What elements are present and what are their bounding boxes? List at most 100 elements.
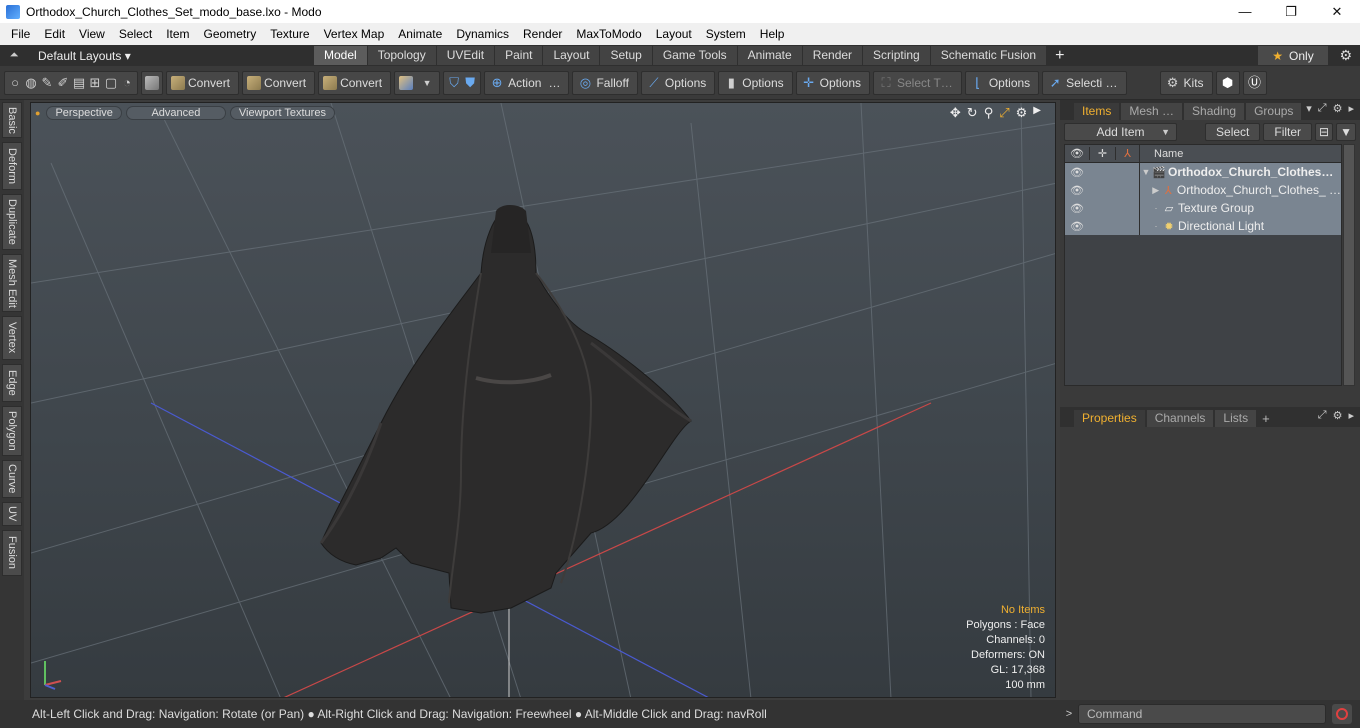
tab-schematic-fusion[interactable]: Schematic Fusion bbox=[930, 46, 1047, 65]
panel-dropdown-icon[interactable]: ▾ bbox=[1306, 102, 1312, 115]
convert-button-2[interactable]: Convert bbox=[242, 70, 316, 95]
close-button[interactable]: ✕ bbox=[1314, 0, 1360, 23]
items-icon[interactable]: ▢ bbox=[103, 75, 119, 91]
tab-items[interactable]: Items bbox=[1074, 103, 1120, 120]
collapse-triangle-icon[interactable]: ▼ bbox=[1140, 167, 1152, 177]
tab-properties[interactable]: Properties bbox=[1074, 410, 1145, 427]
tab-uvedit[interactable]: UVEdit bbox=[436, 46, 495, 65]
tab-mesh[interactable]: Mesh … bbox=[1121, 103, 1183, 120]
maximize-button[interactable]: ❐ bbox=[1268, 0, 1314, 23]
left-tab-polygon[interactable]: Polygon bbox=[2, 406, 22, 456]
falloff-options-button[interactable]: ⟋ Options bbox=[640, 70, 716, 95]
brush-icon[interactable]: ✐ bbox=[55, 75, 71, 91]
tab-topology[interactable]: Topology bbox=[367, 46, 436, 65]
layout-collapse-icon[interactable]: ⏶ bbox=[4, 49, 24, 62]
materials-icon[interactable]: ◔ bbox=[119, 75, 135, 91]
tab-layout[interactable]: Layout bbox=[543, 46, 600, 65]
chevron-down-icon[interactable]: ▼ bbox=[419, 75, 435, 91]
menu-system[interactable]: System bbox=[699, 27, 753, 41]
only-toggle-button[interactable]: ★ Only bbox=[1258, 46, 1328, 65]
menu-vertex-map[interactable]: Vertex Map bbox=[317, 27, 392, 41]
orthodox-robe-model[interactable] bbox=[319, 205, 692, 614]
visibility-eye-icon[interactable]: 👁 bbox=[1065, 184, 1089, 197]
tab-lists[interactable]: Lists bbox=[1215, 410, 1257, 427]
perspective-button[interactable]: Perspective bbox=[46, 106, 122, 120]
type-column-icon[interactable]: ⅄ bbox=[1115, 147, 1139, 160]
menu-edit[interactable]: Edit bbox=[37, 27, 72, 41]
item-row-mesh[interactable]: 👁 ▶ ⅄ Orthodox_Church_Clothes_ … bbox=[1065, 181, 1341, 199]
item-row-scene[interactable]: 👁 ▼ 🎬 Orthodox_Church_Clothes… bbox=[1065, 163, 1341, 181]
left-tab-edge[interactable]: Edge bbox=[2, 364, 22, 402]
tab-scripting[interactable]: Scripting bbox=[863, 46, 930, 65]
menu-file[interactable]: File bbox=[4, 27, 37, 41]
left-tab-uv[interactable]: UV bbox=[2, 502, 22, 526]
panel-gear-icon[interactable]: ⚙ bbox=[1333, 409, 1343, 422]
add-tab-plus-icon[interactable]: + bbox=[1258, 410, 1270, 427]
select-button[interactable]: Select bbox=[1205, 123, 1261, 141]
menu-dynamics[interactable]: Dynamics bbox=[449, 27, 516, 41]
tab-model[interactable]: Model bbox=[314, 46, 367, 65]
tab-setup[interactable]: Setup bbox=[600, 46, 652, 65]
advanced-shading-button[interactable]: Advanced bbox=[125, 106, 226, 120]
workplane-options-button[interactable]: ✛ Options bbox=[795, 70, 870, 95]
kits-button[interactable]: ⚙ Kits bbox=[1159, 70, 1213, 95]
menu-layout[interactable]: Layout bbox=[649, 27, 699, 41]
add-tab-plus-icon[interactable]: + bbox=[1055, 47, 1064, 65]
viewport-menu-dot-icon[interactable]: ● bbox=[35, 108, 40, 118]
rotate-icon[interactable]: ↻ bbox=[967, 105, 978, 121]
sphere-mode-icon[interactable]: ◍ bbox=[23, 75, 39, 91]
record-macro-button[interactable] bbox=[1332, 704, 1352, 724]
pivot-options-button[interactable]: ⌊ Options bbox=[964, 70, 1040, 95]
tab-shading[interactable]: Shading bbox=[1184, 103, 1245, 120]
convert-button-1[interactable]: Convert bbox=[166, 70, 240, 95]
command-input[interactable]: Command bbox=[1078, 704, 1326, 724]
menu-maxtomodo[interactable]: MaxToModo bbox=[569, 27, 648, 41]
panel-maximize-icon[interactable]: ⤢ bbox=[1318, 409, 1327, 422]
filter-funnel-icon[interactable]: ▼ bbox=[1336, 123, 1356, 141]
menu-texture[interactable]: Texture bbox=[263, 27, 316, 41]
left-tab-mesh-edit[interactable]: Mesh Edit bbox=[2, 254, 22, 312]
polygons-icon[interactable]: ⊞ bbox=[87, 75, 103, 91]
select-through-button[interactable]: ⛶ Select T… bbox=[873, 70, 962, 95]
visibility-eye-icon[interactable]: 👁 bbox=[1065, 166, 1089, 179]
edges-icon[interactable]: ▤ bbox=[71, 75, 87, 91]
name-column-header[interactable]: Name bbox=[1139, 145, 1341, 162]
command-history-arrow-icon[interactable]: > bbox=[1060, 708, 1078, 720]
unity-button[interactable]: ⬢ bbox=[1215, 70, 1240, 95]
visibility-eye-icon[interactable]: 👁 bbox=[1065, 220, 1089, 233]
shield-icon[interactable]: ⛉ bbox=[446, 75, 462, 91]
left-tab-duplicate[interactable]: Duplicate bbox=[2, 194, 22, 250]
panel-more-icon[interactable]: ▸ bbox=[1348, 102, 1354, 115]
menu-animate[interactable]: Animate bbox=[391, 27, 449, 41]
item-row-texture-group[interactable]: 👁 · ▱ Texture Group bbox=[1065, 199, 1341, 217]
viewport-textures-button[interactable]: Viewport Textures bbox=[229, 106, 335, 120]
selection-sets-button[interactable]: ➚ Selecti … bbox=[1042, 70, 1127, 95]
tab-paint[interactable]: Paint bbox=[495, 46, 543, 65]
add-item-button[interactable]: Add Item ▼ bbox=[1064, 123, 1178, 141]
expand-triangle-icon[interactable]: ▶ bbox=[1150, 185, 1162, 196]
cube-mode-button[interactable] bbox=[141, 70, 163, 95]
pen-icon[interactable]: ✎ bbox=[39, 75, 55, 91]
left-tab-basic[interactable]: Basic bbox=[2, 102, 22, 138]
tab-animate[interactable]: Animate bbox=[737, 46, 802, 65]
pan-icon[interactable]: ✥ bbox=[950, 105, 961, 121]
maximize-viewport-icon[interactable]: ⤢ bbox=[999, 105, 1009, 121]
menu-help[interactable]: Help bbox=[753, 27, 792, 41]
filter-button[interactable]: Filter bbox=[1263, 123, 1313, 141]
viewport-more-icon[interactable]: ▶ bbox=[1033, 105, 1041, 121]
collapse-icon[interactable]: ⊟ bbox=[1315, 123, 1334, 141]
panel-more-icon[interactable]: ▸ bbox=[1348, 409, 1354, 422]
symmetry-button[interactable]: ▼ bbox=[394, 70, 441, 95]
layout-gear-icon[interactable]: ⚙ bbox=[1339, 47, 1352, 64]
panel-gear-icon[interactable]: ⚙ bbox=[1333, 102, 1343, 115]
menu-render[interactable]: Render bbox=[516, 27, 569, 41]
tab-game-tools[interactable]: Game Tools bbox=[652, 46, 737, 65]
visibility-column-eye-icon[interactable]: 👁 bbox=[1065, 147, 1089, 160]
scrollbar-thumb[interactable] bbox=[1344, 145, 1354, 385]
convert-button-3[interactable]: Convert bbox=[318, 70, 392, 95]
vertex-mode-icon[interactable]: ○ bbox=[7, 75, 23, 91]
minimize-button[interactable]: — bbox=[1222, 0, 1268, 23]
action-center-button[interactable]: ⊕ Action… bbox=[484, 70, 570, 95]
menu-geometry[interactable]: Geometry bbox=[197, 27, 264, 41]
left-tab-vertex[interactable]: Vertex bbox=[2, 316, 22, 360]
